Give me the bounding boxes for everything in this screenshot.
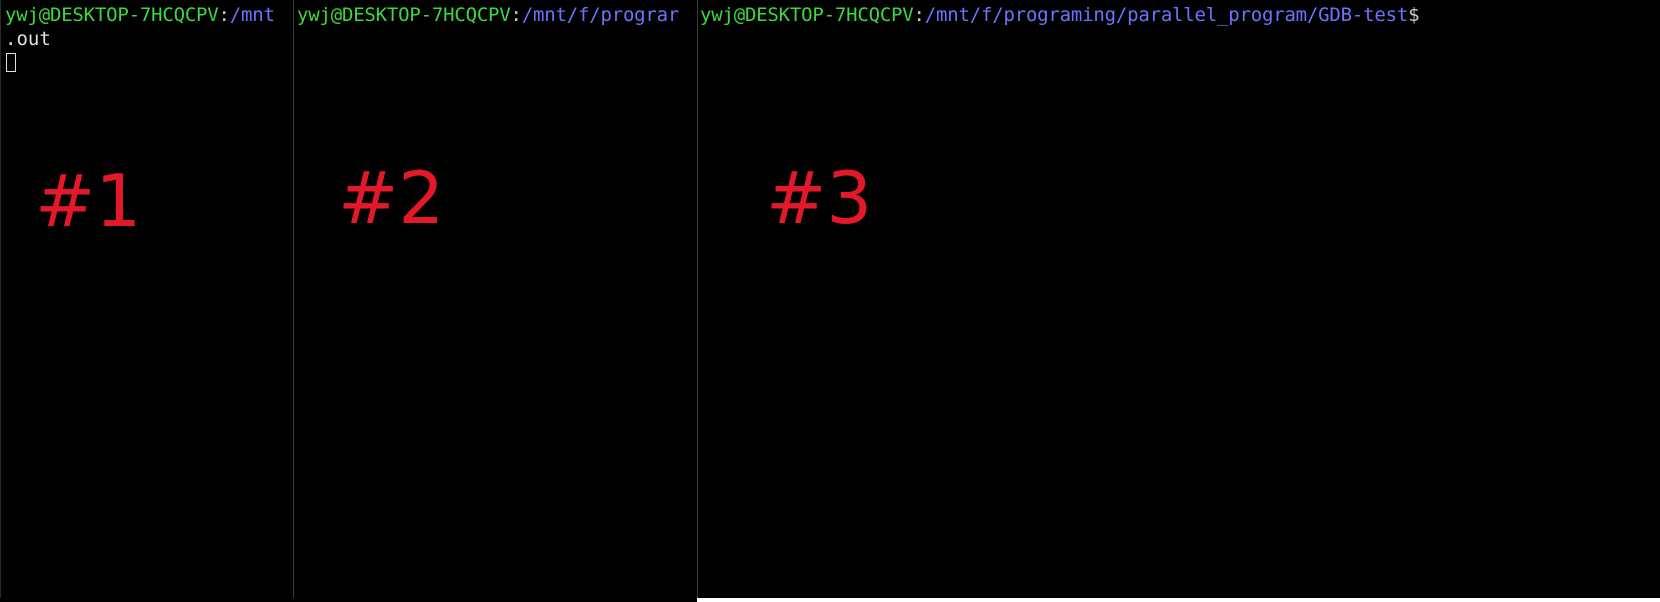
pane-annotation-label: #3 <box>766 156 873 240</box>
terminal-pane-1[interactable]: ywj@DESKTOP-7HCQCPV:/mnt .out #1 <box>0 0 293 602</box>
pane-annotation-label: #2 <box>338 156 445 240</box>
terminal-window[interactable]: ywj@DESKTOP-7HCQCPV:/mnt .out #1 ywj@DES… <box>0 0 1660 602</box>
prompt-path: /mnt/f/prograr <box>521 4 680 26</box>
prompt-line: ywj@DESKTOP-7HCQCPV:/mnt/f/programing/pa… <box>700 3 1420 27</box>
pane-annotation-label: #1 <box>35 159 142 243</box>
prompt-colon: : <box>218 4 230 26</box>
prompt-user-host: ywj@DESKTOP-7HCQCPV <box>700 4 914 26</box>
prompt-path: /mnt/f/programing/parallel_program/GDB-t… <box>924 4 1409 26</box>
command-output-line: .out <box>5 28 51 50</box>
prompt-colon: : <box>913 4 925 26</box>
prompt-colon: : <box>510 4 522 26</box>
terminal-pane-2[interactable]: ywj@DESKTOP-7HCQCPV:/mnt/f/prograr #2 <box>293 0 697 602</box>
prompt-line: ywj@DESKTOP-7HCQCPV:/mnt/f/prograr <box>297 3 679 27</box>
prompt-user-host: ywj@DESKTOP-7HCQCPV <box>5 4 219 26</box>
pane-bottom-edge <box>0 598 697 602</box>
prompt-path: /mnt <box>229 4 275 26</box>
block-cursor-icon <box>6 53 16 72</box>
terminal-pane-3[interactable]: ywj@DESKTOP-7HCQCPV:/mnt/f/programing/pa… <box>697 0 1660 602</box>
prompt-user-host: ywj@DESKTOP-7HCQCPV <box>297 4 511 26</box>
screen: ywj@DESKTOP-7HCQCPV:/mnt .out #1 ywj@DES… <box>0 0 1660 602</box>
prompt-dollar: $ <box>1408 4 1420 26</box>
prompt-line: ywj@DESKTOP-7HCQCPV:/mnt <box>5 3 275 27</box>
